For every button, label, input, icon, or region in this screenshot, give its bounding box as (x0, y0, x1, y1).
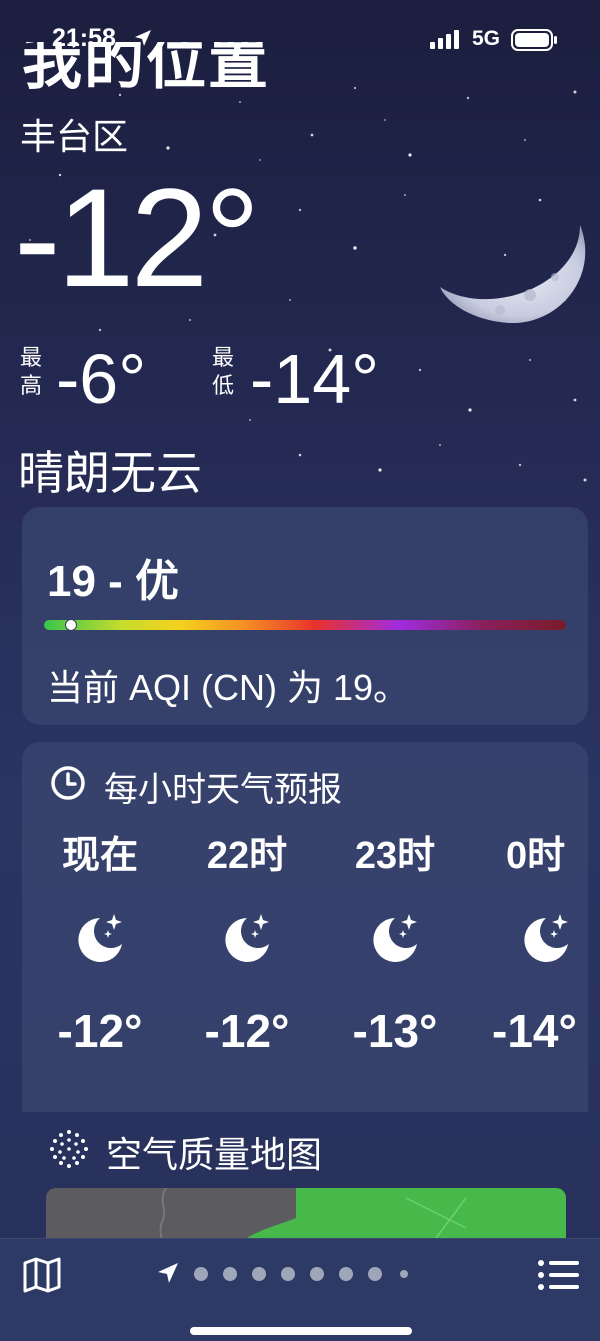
moon-stars-icon (373, 914, 417, 962)
moon-stars-icon (78, 914, 122, 962)
district-name: 丰台区 (20, 116, 129, 157)
low-label: 最低 (211, 345, 234, 398)
air-quality-map-title: 空气质量地图 (106, 1134, 323, 1175)
bottom-toolbar (0, 1238, 600, 1341)
aqi-scale-bar (44, 619, 566, 631)
page-dot[interactable] (252, 1267, 266, 1281)
low-temperature: -14° (250, 340, 380, 418)
page-dot[interactable] (310, 1267, 324, 1281)
hourly-title: 每小时天气预报 (104, 771, 342, 809)
page-dot[interactable] (400, 1270, 408, 1278)
high-temperature: -6° (56, 340, 147, 418)
page-dot[interactable] (339, 1267, 353, 1281)
hour-column-23: 23时 -13° (330, 824, 460, 1058)
hour-label: 0时 (506, 835, 566, 877)
aqi-description: 当前 AQI (CN) 为 19。 (47, 667, 410, 708)
weather-condition: 晴朗无云 (18, 447, 202, 499)
hour-label: 22时 (206, 835, 288, 877)
hour-column-0: 0时 -14° (478, 824, 588, 1058)
clock-icon (51, 766, 85, 800)
aqi-indicator (65, 619, 77, 631)
hour-temperature: -12° (204, 1005, 290, 1057)
list-icon[interactable] (537, 1259, 579, 1291)
moon-stars-icon (225, 914, 269, 962)
hour-temperature: -13° (352, 1005, 438, 1057)
high-label: 最高 (19, 345, 42, 398)
aqi-value: 19 - 优 (47, 557, 180, 606)
page-dot[interactable] (194, 1267, 208, 1281)
current-temperature: -12° (14, 159, 260, 316)
hour-column-now: 现在 -12° (35, 824, 165, 1058)
location-title: 我的位置 (22, 42, 270, 96)
page-dot[interactable] (368, 1267, 382, 1281)
hour-label: 23时 (354, 835, 436, 877)
hour-temperature: -14° (492, 1005, 577, 1057)
air-quality-dots-icon (50, 1130, 88, 1168)
home-indicator (190, 1327, 412, 1335)
hour-label: 现在 (61, 835, 138, 877)
location-arrow-icon (158, 1263, 178, 1283)
aqi-card[interactable]: 19 - 优 当前 AQI (CN) 为 19。 (22, 507, 588, 725)
map-icon[interactable] (22, 1257, 62, 1293)
page-dot[interactable] (281, 1267, 295, 1281)
moon-stars-icon (524, 914, 568, 962)
page-dot[interactable] (223, 1267, 237, 1281)
hourly-forecast-card[interactable]: 每小时天气预报 现在 -12° 22时 -12° 23时 -13° 0时 -14… (22, 742, 588, 1112)
hour-temperature: -12° (57, 1005, 143, 1057)
moon-illustration (440, 225, 586, 324)
location-title-container: 我的位置 (0, 42, 600, 98)
hour-column-22: 22时 -12° (182, 824, 312, 1058)
